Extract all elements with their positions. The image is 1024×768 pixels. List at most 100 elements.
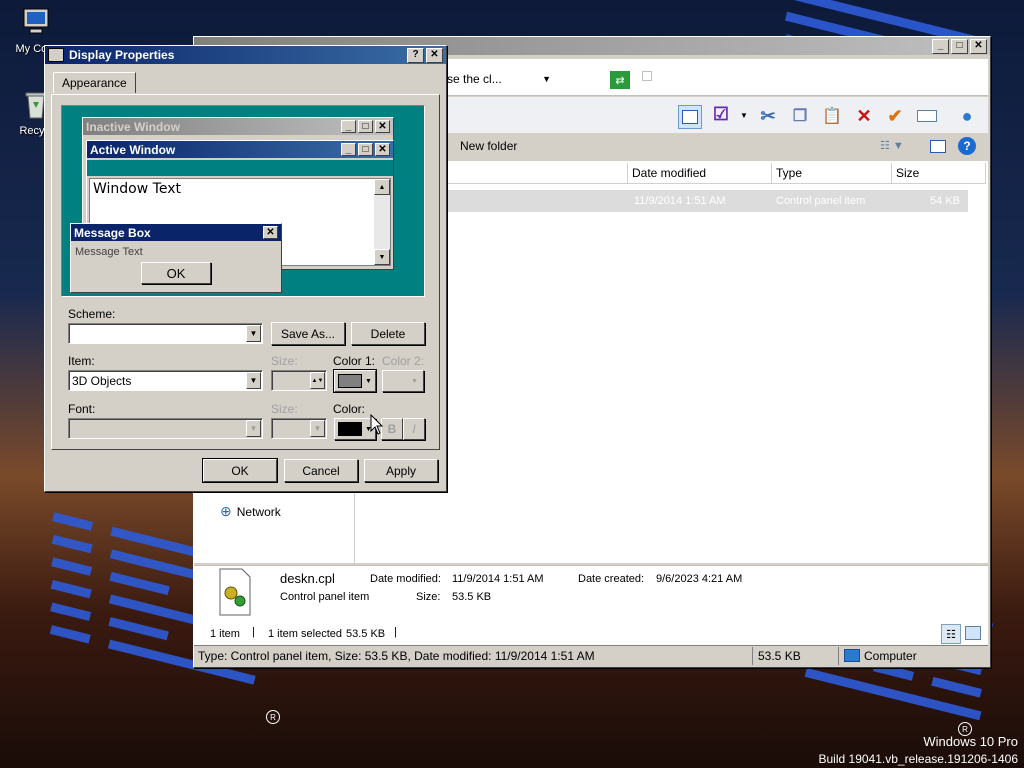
preview-scrollbar: ▲ ▼ bbox=[374, 179, 390, 265]
copy-icon[interactable]: ❐ bbox=[789, 105, 811, 127]
item-label: Item: bbox=[68, 354, 95, 368]
font-size-dropdown[interactable]: ▼ bbox=[271, 418, 327, 439]
status-bar-text: Type: Control panel item, Size: 53.5 KB,… bbox=[198, 649, 595, 663]
preview-inactive-title: Inactive Window bbox=[86, 119, 180, 134]
bold-button[interactable]: B bbox=[381, 418, 403, 440]
minimize-icon[interactable]: _ bbox=[932, 38, 949, 54]
chevron-down-icon: ▼ bbox=[365, 377, 372, 385]
status-sep: | bbox=[394, 626, 397, 638]
scroll-down-icon: ▼ bbox=[374, 249, 390, 265]
mouse-cursor-icon bbox=[370, 414, 384, 435]
chevron-down-icon[interactable]: ▼ bbox=[246, 325, 261, 342]
close-icon: ✕ bbox=[375, 143, 390, 156]
status-bar-divider bbox=[838, 647, 839, 665]
large-icons-view-icon[interactable] bbox=[965, 626, 981, 640]
rename-icon[interactable] bbox=[916, 105, 938, 127]
maximize-icon: □ bbox=[358, 120, 373, 133]
dialog-title: Display Properties bbox=[69, 48, 175, 62]
column-headers: Date modified Type Size bbox=[356, 163, 986, 184]
preview-window-text: Window Text bbox=[93, 181, 181, 197]
chevron-down-icon[interactable]: ▼ bbox=[246, 420, 261, 437]
color2-picker[interactable]: ▼ bbox=[382, 370, 424, 392]
item-size-label: Size: bbox=[271, 354, 298, 368]
spinner-icon[interactable]: ▲▼ bbox=[310, 372, 325, 389]
color1-picker[interactable]: ▼ bbox=[333, 369, 377, 393]
item-size-stepper[interactable]: ▲▼ bbox=[271, 370, 327, 391]
view-options-icon[interactable]: ☷ ▼ bbox=[880, 139, 904, 152]
paste-icon[interactable]: 📋 bbox=[821, 105, 843, 127]
refresh-icon[interactable]: ⇄ bbox=[609, 70, 631, 90]
status-bar-size: 53.5 KB bbox=[758, 649, 801, 663]
file-row-type: Control panel item bbox=[776, 195, 866, 207]
registered-mark-icon: R bbox=[266, 710, 280, 724]
italic-button[interactable]: I bbox=[403, 418, 425, 440]
chevron-down-icon[interactable]: ▼ bbox=[246, 372, 261, 389]
tab-appearance[interactable]: Appearance bbox=[53, 72, 136, 93]
details-date-modified-label: Date modified: bbox=[370, 573, 441, 585]
status-bar-divider bbox=[752, 647, 753, 665]
delete-icon[interactable]: ✕ bbox=[853, 105, 875, 127]
preview-pane-icon[interactable] bbox=[930, 140, 946, 153]
column-size[interactable]: Size bbox=[892, 163, 986, 183]
scheme-dropdown[interactable]: ▼ bbox=[68, 323, 263, 344]
gears-icon bbox=[219, 568, 251, 616]
network-icon: ⊕ bbox=[220, 503, 232, 519]
display-properties-dialog: Display Properties ? ✕ Appearance Inacti… bbox=[44, 45, 447, 492]
globe-icon[interactable]: ● bbox=[956, 105, 978, 127]
apply-button[interactable]: Apply bbox=[364, 459, 438, 482]
details-date-modified: 11/9/2014 1:51 AM bbox=[452, 573, 544, 585]
file-row-date: 11/9/2014 1:51 AM bbox=[634, 195, 726, 207]
status-strip: 1 item | 1 item selected 53.5 KB | ☷ bbox=[194, 623, 988, 645]
chevron-down-icon[interactable]: ▼ bbox=[310, 420, 325, 437]
status-selected: 1 item selected bbox=[268, 628, 342, 640]
preview-menu-bar bbox=[87, 160, 393, 176]
close-icon[interactable]: ✕ bbox=[970, 38, 987, 54]
column-date-modified[interactable]: Date modified bbox=[628, 163, 772, 183]
computer-icon bbox=[23, 8, 49, 34]
save-as-button[interactable]: Save As... bbox=[271, 322, 345, 345]
minimize-icon: _ bbox=[341, 143, 356, 156]
chevron-down-icon[interactable]: ▼ bbox=[740, 111, 748, 120]
select-icon[interactable]: ☑ bbox=[710, 103, 732, 125]
font-color-label: Color: bbox=[333, 402, 366, 416]
cut-icon[interactable]: ✂ bbox=[757, 105, 779, 127]
close-icon: ✕ bbox=[263, 226, 278, 239]
details-date-created-label: Date created: bbox=[578, 573, 645, 585]
file-row-size: 54 KB bbox=[930, 195, 960, 207]
delete-button[interactable]: Delete bbox=[351, 322, 425, 345]
ok-button[interactable]: OK bbox=[202, 458, 278, 483]
item-dropdown[interactable]: 3D Objects ▼ bbox=[68, 370, 263, 391]
status-sep: | bbox=[252, 626, 255, 638]
address-dropdown[interactable]: se the cl... ▼ bbox=[444, 69, 559, 89]
help-icon[interactable]: ? bbox=[407, 47, 424, 63]
maximize-icon[interactable]: □ bbox=[951, 38, 968, 54]
dialog-titlebar[interactable]: Display Properties ? ✕ bbox=[45, 46, 446, 64]
checkmark-icon[interactable]: ✔ bbox=[884, 105, 906, 127]
chevron-down-icon: ▼ bbox=[542, 74, 551, 84]
help-icon[interactable]: ? bbox=[958, 137, 976, 155]
close-icon[interactable]: ✕ bbox=[426, 47, 443, 63]
details-date-created: 9/6/2023 4:21 AM bbox=[656, 573, 743, 585]
details-view-icon[interactable]: ☷ bbox=[941, 624, 961, 644]
search-box[interactable] bbox=[642, 71, 652, 81]
color2-label: Color 2: bbox=[382, 354, 425, 368]
view-pane-icon[interactable] bbox=[678, 105, 702, 129]
new-folder-button[interactable]: New folder bbox=[460, 139, 517, 153]
column-type[interactable]: Type bbox=[772, 163, 892, 183]
cancel-button[interactable]: Cancel bbox=[284, 459, 358, 482]
preview-msgbox-title: Message Box bbox=[74, 225, 151, 240]
preview-message-box: Message Box ✕ Message Text OK bbox=[70, 223, 282, 293]
details-filename: deskn.cpl bbox=[280, 571, 335, 586]
chevron-down-icon: ▼ bbox=[411, 377, 418, 385]
preview-ok-button: OK bbox=[141, 262, 211, 284]
file-row[interactable]: 11/9/2014 1:51 AM Control panel item 54 … bbox=[356, 190, 968, 212]
watermark-edition: Windows 10 Pro bbox=[923, 734, 1018, 749]
nav-item-network[interactable]: ⊕ Network bbox=[220, 503, 281, 520]
scroll-up-icon: ▲ bbox=[374, 179, 390, 195]
font-dropdown[interactable]: ▼ bbox=[68, 418, 263, 439]
color1-swatch bbox=[338, 374, 362, 388]
font-color-swatch bbox=[338, 422, 362, 436]
status-bar: Type: Control panel item, Size: 53.5 KB,… bbox=[194, 645, 988, 666]
dialog-app-icon bbox=[48, 48, 64, 62]
close-icon: ✕ bbox=[375, 120, 390, 133]
